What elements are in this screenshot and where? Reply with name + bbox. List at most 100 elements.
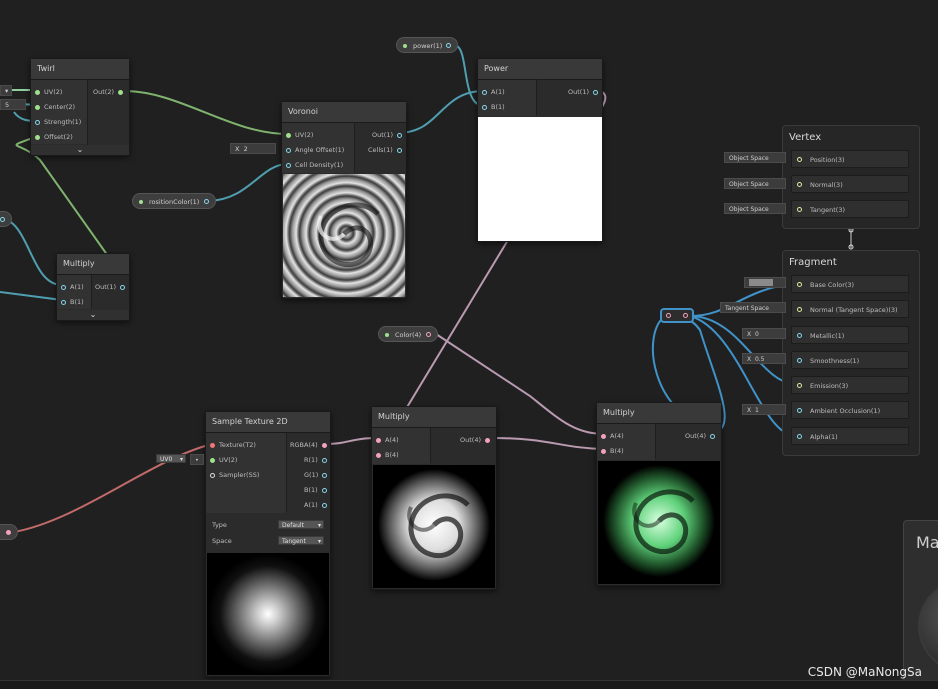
sample-texture-output-rgba[interactable]: RGBA(4) <box>290 438 331 452</box>
twirl-input-uv[interactable]: UV(2) <box>31 85 62 99</box>
sample-texture-input-texture[interactable]: Texture(T2) <box>206 438 256 452</box>
sample-texture-output-g[interactable]: G(1) <box>304 468 331 482</box>
port-icon <box>396 147 402 153</box>
normal-space-field[interactable]: Tangent Space <box>720 302 786 313</box>
multiply-small-input-b[interactable]: B(1) <box>57 295 84 309</box>
position-color-property[interactable]: rositionColor(1) <box>132 193 216 209</box>
vertex-normal-space[interactable]: Object Space <box>724 178 786 189</box>
voronoi-input-density[interactable]: Cell Density(1) <box>282 158 343 172</box>
fragment-metallic-row[interactable]: Metallic(1) <box>791 326 909 344</box>
twirl-input-offset[interactable]: Offset(2) <box>31 130 73 144</box>
twirl-input-center[interactable]: Center(2) <box>31 100 75 114</box>
voronoi-input-angle[interactable]: Angle Offset(1) <box>282 143 344 157</box>
main-preview-panel[interactable]: Ma <box>903 520 938 682</box>
fragment-basecolor-row[interactable]: Base Color(3) <box>791 275 909 293</box>
multiply-mid-input-a[interactable]: A(4) <box>372 433 399 447</box>
uv-channel-dropdown[interactable]: UV0 ▾ <box>156 454 186 463</box>
port-icon <box>666 313 671 318</box>
watermark-text: CSDN @MaNongSa <box>807 665 922 679</box>
port-icon <box>797 358 802 363</box>
vertex-normal-row[interactable]: Normal(3) <box>791 175 909 193</box>
twirl-node[interactable]: Twirl UV(2) Center(2) Strength(1) Offset… <box>30 58 130 156</box>
multiply-right-output[interactable]: Out(4) <box>685 429 719 443</box>
fragment-alpha-row[interactable]: Alpha(1) <box>791 427 909 445</box>
voronoi-swirl-image <box>317 202 380 268</box>
port-icon <box>286 162 291 168</box>
color-swatch <box>749 279 773 286</box>
ao-field[interactable]: X 1 <box>742 404 786 415</box>
voronoi-preview <box>283 174 405 297</box>
multiply-right-input-a[interactable]: A(4) <box>597 429 624 443</box>
multiply-small-input-a[interactable]: A(1) <box>57 280 84 294</box>
multiply-small-output[interactable]: Out(1) <box>95 280 129 294</box>
vertex-position-row[interactable]: Position(3) <box>791 150 909 168</box>
fragment-ao-row[interactable]: Ambient Occlusion(1) <box>791 401 909 419</box>
vertex-position-space[interactable]: Object Space <box>724 152 786 163</box>
fragment-normal-row[interactable]: Normal (Tangent Space)(3) <box>791 300 909 318</box>
chevron-down-icon: ▾ <box>317 538 321 545</box>
port-icon <box>210 442 215 448</box>
port-icon <box>397 132 402 138</box>
fragment-block[interactable]: Fragment Base Color(3) Normal (Tangent S… <box>782 250 920 456</box>
space-dropdown[interactable]: Tangent ▾ <box>278 536 324 545</box>
multiply-mid-input-b[interactable]: B(4) <box>372 448 399 462</box>
voronoi-output-cells[interactable]: Cells(1) <box>368 143 406 157</box>
port-icon <box>35 104 40 110</box>
node-title: Multiply <box>372 407 496 428</box>
bottom-status-bar <box>0 680 938 689</box>
port-icon <box>797 333 802 338</box>
multiply-mid-node[interactable]: Multiply A(4) B(4) Out(4) <box>371 406 497 590</box>
port-icon <box>797 182 802 187</box>
sample-texture-input-sampler[interactable]: Sampler(SS) <box>206 468 259 482</box>
twirl-uv-dropdown[interactable]: ▾ <box>0 85 12 96</box>
power-property[interactable]: power(1) <box>396 37 458 53</box>
fragment-smoothness-row[interactable]: Smoothness(1) <box>791 351 909 369</box>
power-output[interactable]: Out(1) <box>568 85 602 99</box>
port-icon <box>482 104 487 110</box>
vertex-block[interactable]: Vertex Position(3) Normal(3) Tangent(3) <box>782 125 920 229</box>
sample-texture-node[interactable]: Sample Texture 2D Texture(T2) UV(2) Samp… <box>205 411 331 677</box>
left-edge-texture-property[interactable] <box>0 524 18 540</box>
power-input-a[interactable]: A(1) <box>478 85 505 99</box>
metallic-field[interactable]: X 0 <box>742 328 786 339</box>
sample-texture-output-a[interactable]: A(1) <box>304 498 331 512</box>
uv-channel-port[interactable]: • <box>190 454 204 465</box>
collapse-chevron-icon[interactable]: ⌄ <box>31 145 129 155</box>
reroute-node[interactable] <box>660 308 694 323</box>
multiply-small-node[interactable]: Multiply A(1) B(1) Out(1) ⌄ <box>56 253 130 321</box>
voronoi-node[interactable]: Voronoi UV(2) Angle Offset(1) Cell Densi… <box>281 101 407 299</box>
twirl-output[interactable]: Out(2) <box>93 85 127 99</box>
smoothness-field[interactable]: X 0.5 <box>742 353 786 364</box>
fragment-emission-row[interactable]: Emission(3) <box>791 376 909 394</box>
type-dropdown[interactable]: Default ▾ <box>278 520 324 529</box>
multiply-right-input-b[interactable]: B(4) <box>597 444 624 458</box>
power-node[interactable]: Power A(1) B(1) Out(1) <box>477 58 603 242</box>
left-edge-property[interactable] <box>0 211 12 227</box>
twirl-center-field[interactable]: 5 <box>0 99 26 110</box>
port-icon <box>485 437 490 443</box>
voronoi-input-uv[interactable]: UV(2) <box>282 128 313 142</box>
node-title: Sample Texture 2D <box>206 412 330 433</box>
vertex-tangent-space[interactable]: Object Space <box>724 203 786 214</box>
port-icon <box>35 134 40 140</box>
collapse-chevron-icon[interactable]: ⌄ <box>57 310 129 320</box>
color-property[interactable]: Color(4) <box>378 326 438 342</box>
wire-mid-right <box>491 437 605 450</box>
port-icon <box>797 408 802 413</box>
voronoi-output-out[interactable]: Out(1) <box>372 128 406 142</box>
basecolor-swatch[interactable] <box>744 277 786 288</box>
multiply-mid-output[interactable]: Out(4) <box>460 433 494 447</box>
voronoi-angle-field[interactable]: X 2 <box>230 143 276 154</box>
main-preview-sphere <box>918 579 938 673</box>
port-icon <box>797 207 802 212</box>
chevron-down-icon: ▾ <box>317 522 321 529</box>
port-icon <box>683 313 688 318</box>
sample-texture-output-r[interactable]: R(1) <box>304 453 331 467</box>
twirl-input-strength[interactable]: Strength(1) <box>31 115 81 129</box>
sample-texture-output-b[interactable]: B(1) <box>304 483 331 497</box>
power-input-b[interactable]: B(1) <box>478 100 505 114</box>
port-icon <box>797 157 802 162</box>
sample-texture-input-uv[interactable]: UV(2) <box>206 453 237 467</box>
multiply-right-node[interactable]: Multiply A(4) B(4) Out(4) <box>596 402 722 586</box>
vertex-tangent-row[interactable]: Tangent(3) <box>791 200 909 218</box>
